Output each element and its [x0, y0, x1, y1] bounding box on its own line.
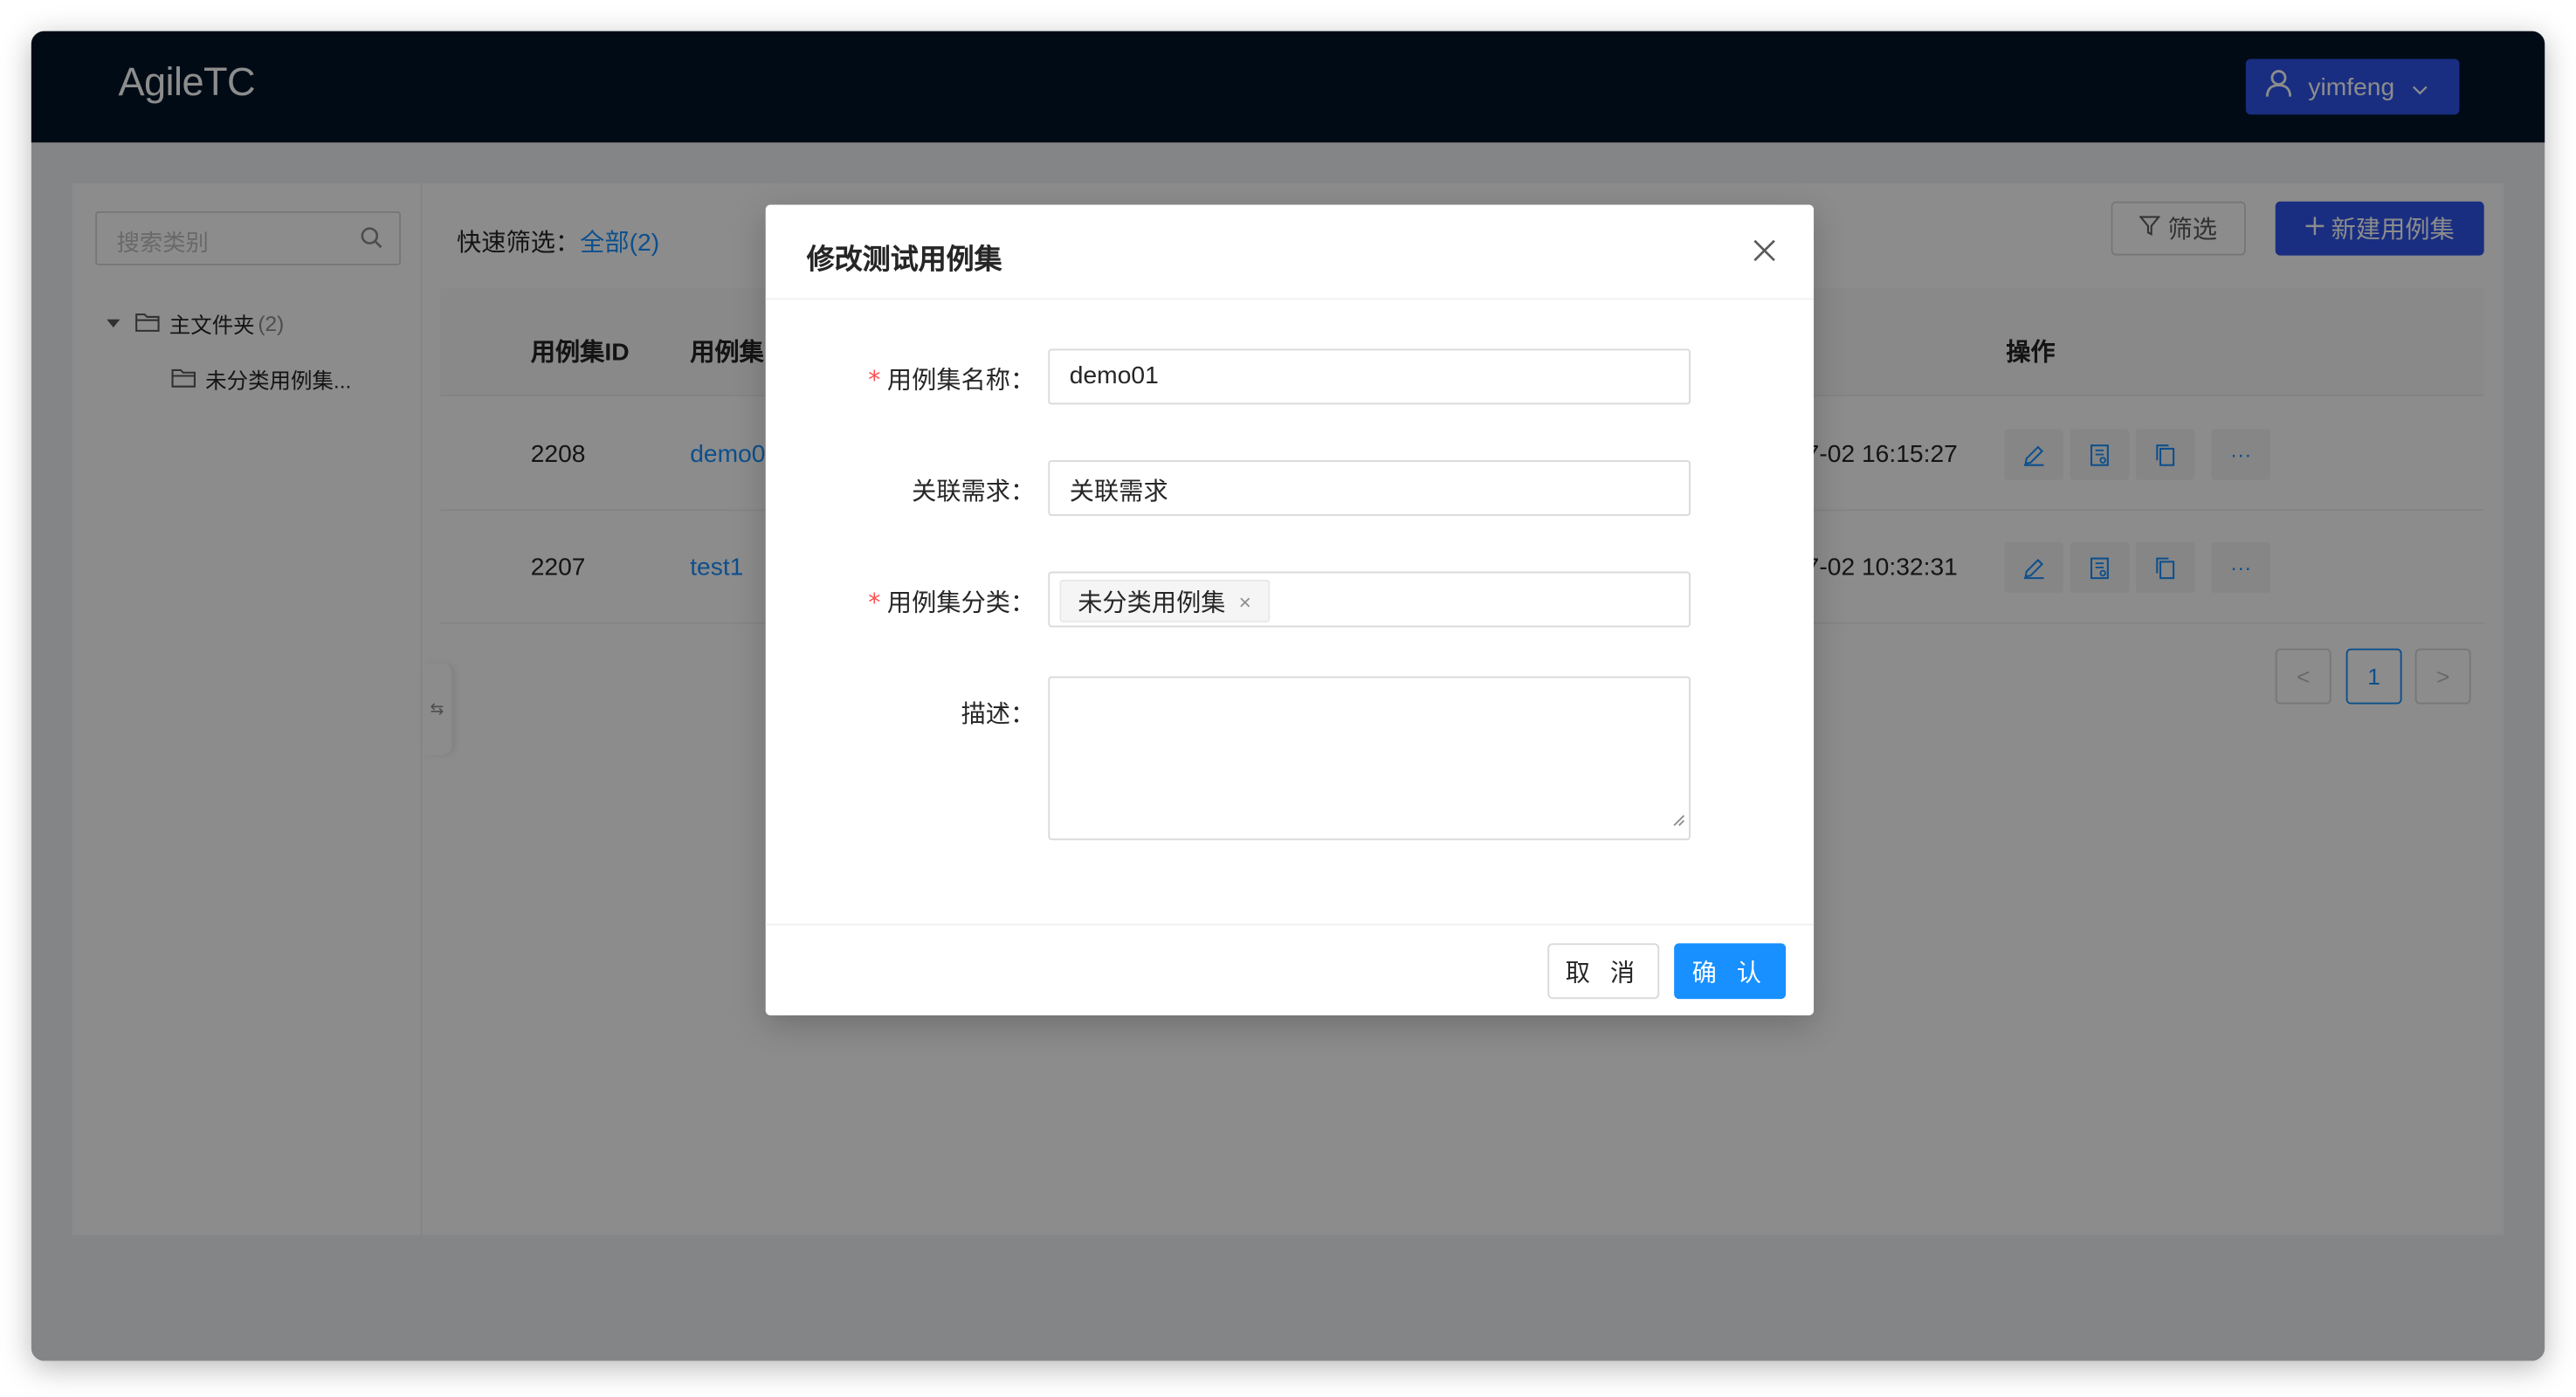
modal-footer: 取 消 确 认	[765, 923, 1815, 1015]
caseset-name-input[interactable]: demo01	[1048, 348, 1691, 405]
confirm-button[interactable]: 确 认	[1674, 943, 1787, 1000]
form-label-requirement: 关联需求：	[912, 478, 1036, 506]
resize-icon[interactable]	[1672, 806, 1685, 836]
tag-close-icon[interactable]: ×	[1239, 588, 1251, 613]
required-mark: *	[868, 365, 881, 396]
cancel-button[interactable]: 取 消	[1547, 943, 1660, 1000]
label-text: 用例集名称：	[886, 367, 1036, 396]
form-label-description: 描述：	[961, 700, 1036, 729]
form-label-category: * 用例集分类：	[868, 585, 1035, 619]
category-tag-label: 未分类用例集	[1078, 588, 1226, 617]
app-window: AgileTC yimfeng 搜索类别 主文件夹 (2) 未分类用例集... …	[31, 31, 2545, 1361]
edit-caseset-modal: 修改测试用例集 * 用例集名称： demo01 关联需求： 关联需求 * 用例集分类…	[765, 204, 1815, 1015]
close-icon[interactable]	[1748, 234, 1781, 267]
form-label-name: * 用例集名称：	[868, 362, 1035, 396]
requirement-input[interactable]: 关联需求	[1048, 460, 1691, 516]
required-mark: *	[868, 588, 881, 618]
category-tag: 未分类用例集 ×	[1059, 579, 1270, 623]
description-textarea[interactable]	[1048, 676, 1691, 841]
label-text: 用例集分类：	[886, 589, 1036, 618]
category-select[interactable]: 未分类用例集 ×	[1048, 571, 1691, 628]
modal-title: 修改测试用例集	[806, 244, 1002, 276]
modal-header: 修改测试用例集	[765, 204, 1815, 300]
